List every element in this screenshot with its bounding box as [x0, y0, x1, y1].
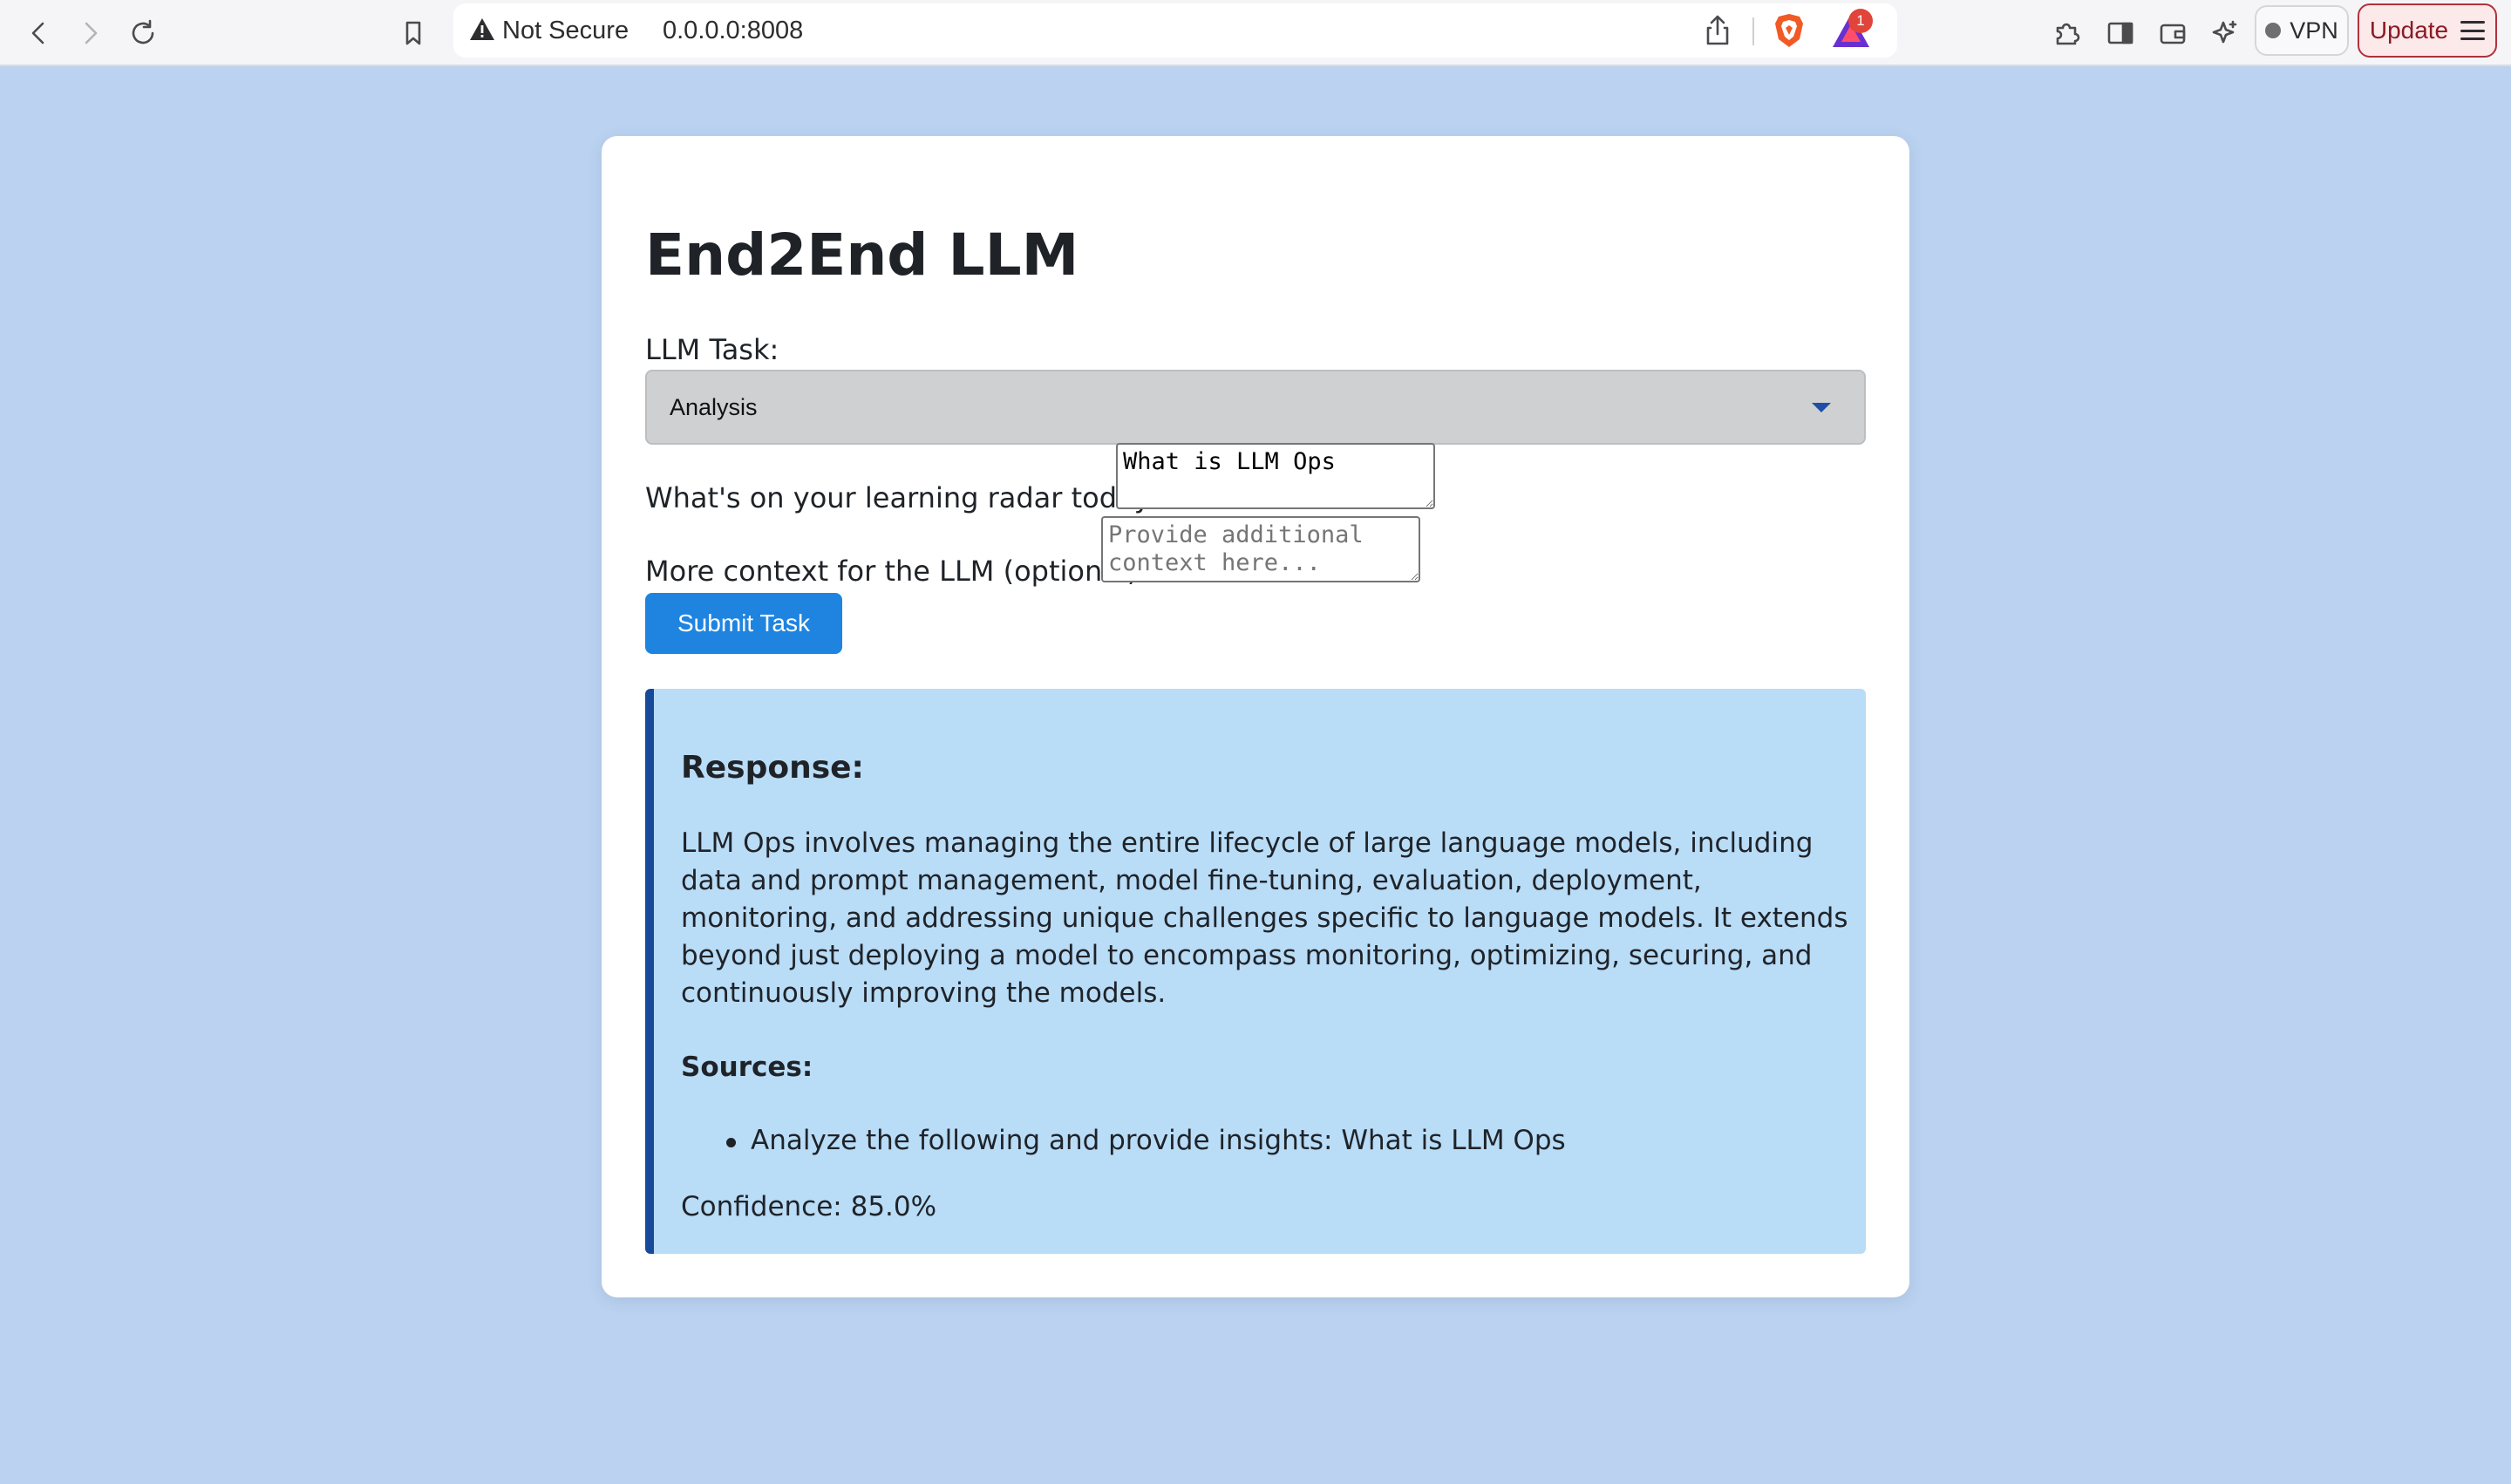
- rewards-badge: 1: [1848, 9, 1873, 33]
- update-button[interactable]: Update: [2358, 3, 2497, 58]
- menu-icon: [2460, 21, 2486, 40]
- brave-shield-icon[interactable]: [1770, 11, 1808, 50]
- update-label: Update: [2369, 17, 2449, 44]
- response-panel: Response: LLM Ops involves managing the …: [645, 689, 1866, 1254]
- question-input[interactable]: What is LLM Ops: [1116, 443, 1435, 509]
- wallet-icon[interactable]: [2152, 12, 2194, 54]
- confidence-value: Confidence: 85.0%: [681, 1191, 937, 1222]
- task-select-value: Analysis: [670, 394, 758, 420]
- context-label: More context for the LLM (optional):: [645, 555, 1148, 588]
- leo-ai-icon[interactable]: [2204, 12, 2246, 54]
- context-input[interactable]: [1101, 516, 1420, 582]
- response-heading: Response:: [681, 750, 864, 786]
- submit-task-button[interactable]: Submit Task: [645, 593, 842, 654]
- vpn-button[interactable]: VPN: [2255, 5, 2349, 56]
- task-select[interactable]: Analysis: [645, 370, 1866, 445]
- sources-list: Analyze the following and provide insigh…: [681, 1125, 1566, 1156]
- vpn-label: VPN: [2290, 17, 2338, 44]
- forward-icon[interactable]: [70, 12, 112, 54]
- page-title: End2End LLM: [645, 221, 1079, 289]
- response-text: LLM Ops involves managing the entire lif…: [681, 827, 1848, 1009]
- share-icon[interactable]: [1700, 13, 1735, 48]
- address-bar[interactable]: Not Secure 0.0.0.0:8008 1: [453, 3, 1897, 58]
- vpn-status-icon: [2265, 23, 2282, 38]
- task-label: LLM Task:: [645, 333, 779, 366]
- question-label: What's on your learning radar today?: [645, 481, 1166, 514]
- back-icon[interactable]: [17, 12, 59, 54]
- sources-heading: Sources:: [681, 1052, 813, 1083]
- url-text[interactable]: 0.0.0.0:8008: [663, 17, 803, 45]
- divider: [1752, 17, 1754, 45]
- warning-icon: [467, 15, 497, 44]
- source-item: Analyze the following and provide insigh…: [681, 1125, 1566, 1156]
- main-card: End2End LLM LLM Task: Analysis What's on…: [602, 136, 1909, 1297]
- sidebar-icon[interactable]: [2099, 12, 2141, 54]
- bookmark-icon[interactable]: [392, 12, 434, 54]
- extensions-icon[interactable]: [2045, 12, 2087, 54]
- chevron-down-icon: [1812, 403, 1831, 412]
- browser-toolbar: Not Secure 0.0.0.0:8008 1 VPN Update: [0, 0, 2511, 66]
- security-label[interactable]: Not Secure: [502, 17, 629, 45]
- reload-icon[interactable]: [122, 12, 164, 54]
